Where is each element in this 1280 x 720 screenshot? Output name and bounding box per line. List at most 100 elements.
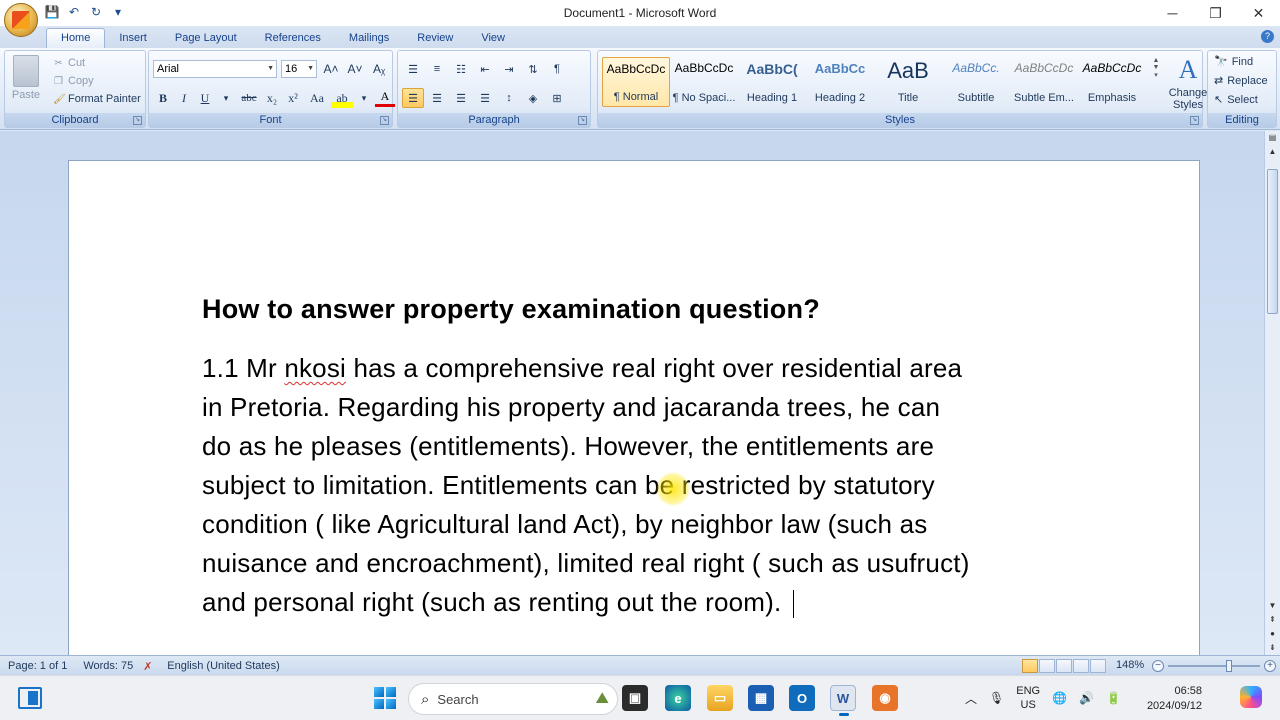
cut-button[interactable]: ✂ Cut bbox=[53, 57, 141, 69]
battery-icon[interactable]: 🔋 bbox=[1106, 691, 1121, 705]
task-view-icon[interactable]: ▣ bbox=[622, 685, 648, 711]
format-painter-button[interactable]: 🖌 Format Painter bbox=[53, 93, 141, 105]
volume-icon[interactable]: 🔊 bbox=[1079, 691, 1094, 705]
print-layout-view-button[interactable] bbox=[1022, 659, 1038, 673]
grow-font-button[interactable]: A˄ bbox=[321, 59, 341, 79]
subscript-button[interactable]: x₂ bbox=[262, 88, 282, 108]
document-body[interactable]: 1.1 Mr nkosi has a comprehensive real ri… bbox=[202, 349, 1082, 622]
styles-launcher-icon[interactable]: ↘ bbox=[1190, 116, 1199, 125]
tab-page-layout[interactable]: Page Layout bbox=[161, 29, 251, 48]
style-subtitle[interactable]: AaBbCc. Subtitle bbox=[942, 57, 1010, 107]
numbering-icon[interactable]: ≡ bbox=[426, 59, 448, 79]
multilevel-list-icon[interactable]: ☷ bbox=[450, 59, 472, 79]
edge-icon[interactable]: e bbox=[665, 685, 691, 711]
strikethrough-button[interactable]: abc bbox=[237, 88, 261, 108]
office-button[interactable] bbox=[4, 3, 38, 37]
gallery-down-icon[interactable]: ▼ bbox=[1150, 64, 1162, 71]
web-layout-view-button[interactable] bbox=[1056, 659, 1072, 673]
document-page[interactable]: How to answer property examination quest… bbox=[68, 160, 1200, 655]
network-icon[interactable]: 🌐 bbox=[1052, 691, 1067, 705]
font-color-button[interactable]: A bbox=[375, 89, 395, 107]
zoom-slider[interactable]: − + bbox=[1152, 659, 1276, 673]
bullets-icon[interactable]: ☰ bbox=[402, 59, 424, 79]
browse-object-icon[interactable]: ● bbox=[1265, 627, 1280, 641]
taskbar-search[interactable]: ⌕ Search ⛰ bbox=[408, 683, 618, 715]
decrease-indent-icon[interactable]: ⇤ bbox=[474, 59, 496, 79]
store-icon[interactable]: ▦ bbox=[748, 685, 774, 711]
tab-home[interactable]: Home bbox=[46, 28, 106, 48]
chevron-up-icon[interactable]: ︿ bbox=[965, 690, 977, 707]
copy-button[interactable]: ❐ Copy bbox=[53, 75, 141, 87]
italic-button[interactable]: I bbox=[174, 88, 194, 108]
scroll-down-icon[interactable]: ▼ bbox=[1265, 599, 1280, 613]
style-heading-1[interactable]: AaBbC(Heading 1 bbox=[738, 57, 806, 107]
microphone-icon[interactable]: 🎙 bbox=[989, 691, 1004, 705]
style-title[interactable]: AaB Title bbox=[874, 57, 942, 107]
style-normal[interactable]: AaBbCcDc ¶ Normal bbox=[602, 57, 670, 107]
show-formatting-button[interactable]: ¶ bbox=[546, 59, 568, 79]
scroll-thumb[interactable] bbox=[1267, 169, 1278, 314]
zoom-level[interactable]: 148% bbox=[1116, 659, 1144, 671]
replace-button[interactable]: ⇄ Replace bbox=[1214, 74, 1268, 88]
select-button[interactable]: ↖ Select bbox=[1214, 93, 1268, 107]
superscript-button[interactable]: x² bbox=[283, 88, 303, 108]
close-button[interactable]: ✕ bbox=[1237, 0, 1280, 26]
previous-page-icon[interactable]: ⇞ bbox=[1265, 613, 1280, 627]
vertical-scrollbar[interactable]: ▤ ▲ ▼ ⇞ ● ⇟ bbox=[1264, 131, 1280, 655]
language-indicator[interactable]: English (United States) bbox=[157, 660, 288, 672]
language-switch[interactable]: ENG US bbox=[1016, 684, 1040, 712]
recorder-icon[interactable]: ◉ bbox=[872, 685, 898, 711]
paste-button[interactable]: Paste bbox=[11, 55, 41, 101]
sort-icon[interactable]: ⇅ bbox=[522, 59, 544, 79]
change-case-button[interactable]: Aa bbox=[304, 88, 330, 108]
tab-review[interactable]: Review bbox=[403, 29, 467, 48]
start-button[interactable] bbox=[374, 687, 396, 709]
document-area[interactable]: How to answer property examination quest… bbox=[0, 131, 1264, 655]
tab-references[interactable]: References bbox=[251, 29, 335, 48]
zoom-in-icon[interactable]: + bbox=[1264, 660, 1276, 672]
font-size-combo[interactable]: 16 ▼ bbox=[281, 60, 317, 78]
page-count[interactable]: Page: 1 of 1 bbox=[0, 660, 75, 672]
full-screen-reading-view-button[interactable] bbox=[1039, 659, 1055, 673]
clipboard-launcher-icon[interactable]: ↘ bbox=[133, 116, 142, 125]
find-button[interactable]: 🔭 Find bbox=[1214, 55, 1268, 69]
zoom-out-icon[interactable]: − bbox=[1152, 660, 1164, 672]
draft-view-button[interactable] bbox=[1090, 659, 1106, 673]
copilot-icon[interactable] bbox=[1240, 686, 1262, 708]
justify-icon[interactable]: ☰ bbox=[474, 88, 496, 108]
font-name-combo[interactable]: Arial ▼ bbox=[153, 60, 277, 78]
restore-button[interactable]: ❐ bbox=[1194, 0, 1237, 26]
gallery-up-icon[interactable]: ▲ bbox=[1150, 57, 1162, 64]
word-taskbar-icon[interactable]: W bbox=[830, 685, 856, 716]
tab-view[interactable]: View bbox=[467, 29, 519, 48]
minimize-button[interactable]: ─ bbox=[1151, 0, 1194, 26]
underline-dropdown-icon[interactable]: ▾ bbox=[216, 88, 236, 108]
outline-view-button[interactable] bbox=[1073, 659, 1089, 673]
outlook-icon[interactable]: O bbox=[789, 685, 815, 711]
file-explorer-icon[interactable]: ▭ bbox=[707, 685, 733, 711]
word-count[interactable]: Words: 75 bbox=[75, 660, 141, 672]
next-page-icon[interactable]: ⇟ bbox=[1265, 641, 1280, 655]
zoom-knob[interactable] bbox=[1226, 660, 1232, 672]
help-icon[interactable]: ? bbox=[1261, 30, 1274, 43]
change-styles-button[interactable]: A Change Styles bbox=[1166, 55, 1210, 111]
tab-mailings[interactable]: Mailings bbox=[335, 29, 403, 48]
shading-icon[interactable]: ◈ bbox=[522, 88, 544, 108]
shrink-font-button[interactable]: A˅ bbox=[345, 59, 365, 79]
highlight-dropdown-icon[interactable]: ▾ bbox=[354, 88, 374, 108]
paragraph-launcher-icon[interactable]: ↘ bbox=[578, 116, 587, 125]
align-left-icon[interactable]: ☰ bbox=[402, 88, 424, 108]
align-center-icon[interactable]: ☰ bbox=[426, 88, 448, 108]
line-spacing-icon[interactable]: ↕ bbox=[498, 88, 520, 108]
underline-button[interactable]: U bbox=[195, 88, 215, 108]
taskbar-clock[interactable]: 06:58 2024/09/12 bbox=[1140, 684, 1202, 714]
increase-indent-icon[interactable]: ⇥ bbox=[498, 59, 520, 79]
misspelled-word[interactable]: nkosi bbox=[284, 353, 346, 383]
bold-button[interactable]: B bbox=[153, 88, 173, 108]
highlight-button[interactable]: ab bbox=[331, 88, 353, 108]
style-emphasis[interactable]: AaBbCcDc Emphasis bbox=[1078, 57, 1146, 107]
font-launcher-icon[interactable]: ↘ bbox=[380, 116, 389, 125]
borders-icon[interactable]: ⊞ bbox=[546, 88, 568, 108]
zoom-track[interactable] bbox=[1168, 660, 1260, 672]
style-no-spacing[interactable]: AaBbCcDc ¶ No Spaci... bbox=[670, 57, 738, 107]
